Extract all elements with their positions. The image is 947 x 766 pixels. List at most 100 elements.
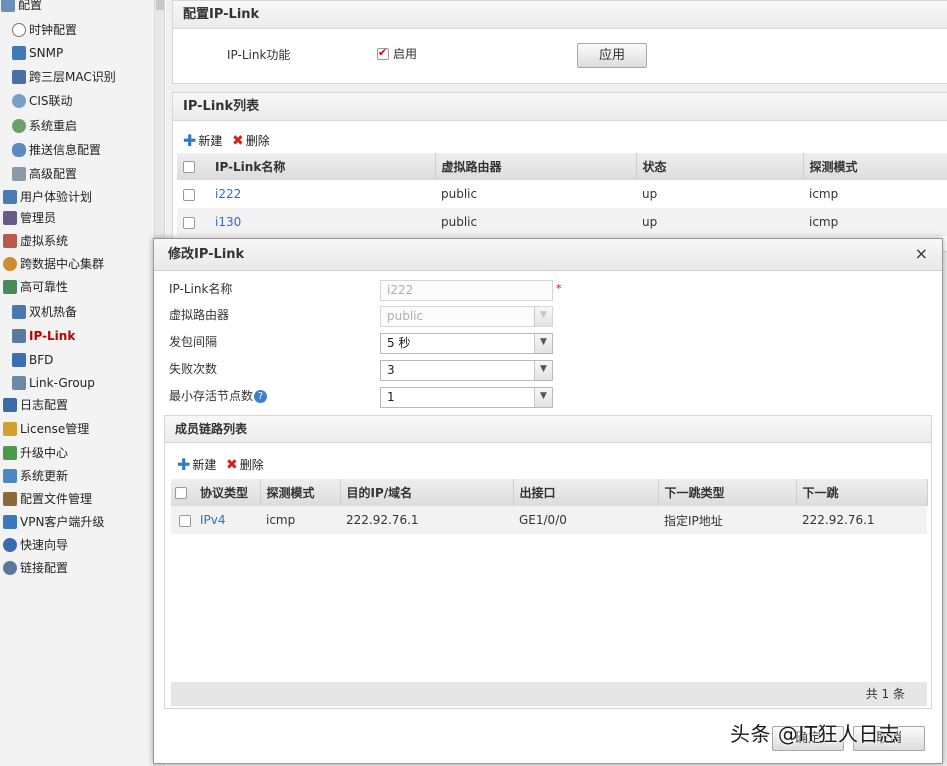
sidebar-item-config-file[interactable]: 配置文件管理 [3, 488, 92, 510]
ip-link-name-link[interactable]: i130 [215, 215, 241, 229]
col-dest[interactable]: 目的IP/域名 [340, 479, 514, 506]
virtual-system-icon [3, 234, 17, 248]
ip-link-table: IP-Link名称 虚拟路由器 状态 探测模式 i222 public up i… [177, 153, 947, 236]
row-nexthop-type: 指定IP地址 [658, 506, 796, 534]
sidebar-item-push[interactable]: 推送信息配置 [12, 139, 101, 161]
col-nexthop[interactable]: 下一跳 [796, 479, 928, 506]
select-all-cell[interactable] [177, 153, 209, 180]
member-links-title: 成员链路列表 [165, 416, 931, 443]
interval-value: 5 秒 [387, 336, 411, 350]
sidebar-item-upgrade[interactable]: 升级中心 [3, 442, 68, 464]
table-row[interactable]: IPv4 icmp 222.92.76.1 GE1/0/0 指定IP地址 222… [171, 506, 927, 534]
enable-checkbox[interactable] [377, 46, 389, 60]
apply-button[interactable]: 应用 [577, 43, 647, 68]
chevron-down-icon: ▼ [534, 361, 552, 380]
admin-icon [3, 211, 17, 225]
sidebar-item-virtual[interactable]: 虚拟系统 [3, 230, 68, 252]
sidebar-item-license[interactable]: License管理 [3, 418, 89, 440]
vrouter-select[interactable]: public ▼ [380, 306, 553, 327]
sidebar-item-restart[interactable]: 系统重启 [12, 115, 77, 137]
link-group-icon [12, 376, 26, 390]
row-vrouter: public [441, 187, 478, 201]
row-checkbox[interactable] [183, 216, 195, 229]
close-icon[interactable]: × [915, 244, 928, 264]
col-name[interactable]: IP-Link名称 [209, 153, 436, 180]
dialog-title: 修改IP-Link [154, 239, 942, 271]
sidebar-item-link-group[interactable]: Link-Group [12, 372, 95, 394]
vrouter-label: 虚拟路由器 [169, 308, 230, 322]
col-iface[interactable]: 出接口 [513, 479, 659, 506]
sidebar-item-link-config[interactable]: 链接配置 [3, 557, 68, 579]
col-status[interactable]: 状态 [636, 153, 804, 180]
sidebar-item-log[interactable]: 日志配置 [3, 394, 68, 416]
fail-count-label: 失败次数 [169, 362, 218, 376]
add-icon: ✚ [177, 454, 191, 474]
config-panel: 配置IP-Link IP-Link功能 启用 应用 [172, 0, 947, 84]
row-checkbox[interactable] [179, 514, 191, 527]
sidebar-item-snmp[interactable]: SNMP [12, 42, 63, 64]
list-panel-title: IP-Link列表 [173, 93, 947, 121]
config-panel-title: 配置IP-Link [173, 1, 947, 29]
sidebar-item-ip-link[interactable]: IP-Link [12, 325, 75, 347]
col-vrouter[interactable]: 虚拟路由器 [435, 153, 637, 180]
cis-icon [12, 94, 26, 108]
restart-icon [12, 119, 26, 133]
row-checkbox[interactable] [183, 188, 195, 201]
chevron-down-icon: ▼ [534, 334, 552, 353]
sidebar-item-hot-standby[interactable]: 双机热备 [12, 301, 77, 323]
sidebar-item-mac[interactable]: 跨三层MAC识别 [12, 66, 116, 88]
sidebar-item-config[interactable]: 配置 [1, 0, 42, 16]
cluster-icon [3, 257, 17, 271]
table-header: 协议类型 探测模式 目的IP/域名 出接口 下一跳类型 下一跳 [171, 479, 928, 506]
sidebar-item-bfd[interactable]: BFD [12, 349, 53, 371]
new-ip-link-button[interactable]: ✚ 新建 [183, 132, 222, 149]
table-row[interactable]: i130 public up icmp [177, 208, 947, 236]
help-icon[interactable]: ? [254, 390, 268, 403]
min-alive-value: 1 [387, 390, 395, 404]
member-links-panel: 成员链路列表 ✚ 新建 ✖ 删除 协议类型 探测模式 目的IP/域名 出接口 下一跳… [164, 415, 932, 709]
interval-select[interactable]: 5 秒 ▼ [380, 333, 553, 354]
sidebar: 配置 时钟配置 SNMP 跨三层MAC识别 CIS联动 系统重启 推送信息配置 … [0, 0, 165, 766]
sidebar-item-cluster[interactable]: 跨数据中心集群 [3, 253, 104, 275]
sidebar-item-clock[interactable]: 时钟配置 [12, 19, 77, 41]
col-mode[interactable]: 探测模式 [260, 479, 341, 506]
col-nexthop-type[interactable]: 下一跳类型 [658, 479, 797, 506]
ip-link-list-panel: IP-Link列表 ✚ 新建 ✖ 删除 IP-Link名称 虚拟路由器 状态 探测模… [172, 92, 947, 252]
enable-toggle[interactable]: 启用 [377, 45, 417, 62]
sidebar-item-wizard[interactable]: 快速向导 [3, 534, 68, 556]
name-input[interactable]: i222 [380, 280, 553, 301]
sidebar-item-vpn[interactable]: VPN客户端升级 [3, 511, 104, 533]
scroll-thumb[interactable] [156, 0, 164, 10]
new-member-button[interactable]: ✚ 新建 [177, 456, 216, 473]
name-label: IP-Link名称 [169, 282, 233, 296]
select-all-cell[interactable] [171, 479, 194, 506]
col-mode[interactable]: 探测模式 [803, 153, 947, 180]
delete-ip-link-button[interactable]: ✖ 删除 [232, 132, 270, 149]
sidebar-item-reliability[interactable]: 高可靠性 [3, 276, 68, 298]
required-mark: * [556, 282, 562, 295]
new-label: 新建 [192, 458, 217, 472]
watermark: 头条 @IT狂人日志 [730, 722, 900, 746]
delete-member-button[interactable]: ✖ 删除 [226, 456, 264, 473]
ip-link-name-link[interactable]: i222 [215, 187, 241, 201]
select-all-checkbox[interactable] [175, 487, 187, 499]
row-vrouter: public [435, 208, 636, 236]
member-links-table: 协议类型 探测模式 目的IP/域名 出接口 下一跳类型 下一跳 IPv4 icm… [171, 479, 928, 534]
sidebar-item-update[interactable]: 系统更新 [3, 465, 68, 487]
sidebar-item-admin[interactable]: 管理员 [3, 207, 56, 229]
fail-count-select[interactable]: 3 ▼ [380, 360, 553, 381]
chevron-down-icon: ▼ [534, 307, 552, 326]
sidebar-item-user-plan[interactable]: 用户体验计划 [3, 186, 92, 208]
sidebar-item-cis[interactable]: CIS联动 [12, 90, 73, 112]
min-alive-select[interactable]: 1 ▼ [380, 387, 553, 408]
col-protocol[interactable]: 协议类型 [194, 479, 261, 506]
log-icon [3, 398, 17, 412]
sidebar-item-advanced[interactable]: 高级配置 [12, 163, 77, 185]
row-iface: GE1/0/0 [513, 506, 658, 534]
select-all-checkbox[interactable] [183, 161, 195, 173]
min-alive-text: 最小存活节点数 [169, 389, 254, 403]
chevron-down-icon: ▼ [534, 388, 552, 407]
protocol-link[interactable]: IPv4 [200, 513, 226, 527]
enable-label: 启用 [393, 47, 418, 61]
table-row[interactable]: i222 public up icmp [177, 180, 947, 208]
